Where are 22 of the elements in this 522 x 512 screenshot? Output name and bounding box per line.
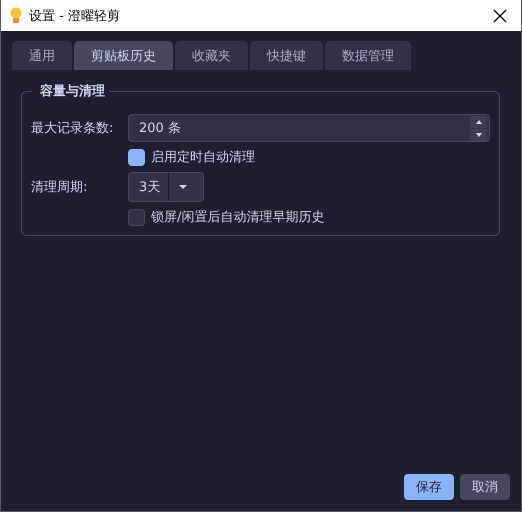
- cancel-button[interactable]: 取消: [460, 474, 510, 500]
- lightbulb-icon: [9, 6, 23, 24]
- tab[interactable]: 剪贴板历史: [74, 41, 173, 70]
- period-dropdown[interactable]: 3天: [128, 172, 204, 202]
- tab[interactable]: 数据管理: [325, 41, 411, 70]
- up-arrow-icon: [476, 120, 482, 124]
- down-arrow-icon: [476, 132, 482, 136]
- checkbox[interactable]: 锁屏/闲置后自动清理早期历史: [128, 208, 324, 226]
- tab[interactable]: 快捷键: [250, 41, 323, 70]
- decrement-button[interactable]: [470, 128, 487, 140]
- group-title: 容量与清理: [32, 82, 109, 100]
- field-label: 清理周期:: [31, 179, 88, 196]
- window-title: 设置 - 澄曜轻剪: [29, 8, 121, 24]
- close-icon: [493, 8, 507, 22]
- tab[interactable]: 通用: [12, 41, 72, 70]
- number-field[interactable]: 200 条: [128, 114, 490, 142]
- increment-button[interactable]: [470, 116, 487, 128]
- save-button[interactable]: 保存: [404, 474, 454, 500]
- tab[interactable]: 收藏夹: [175, 41, 248, 70]
- field-label: 最大记录条数:: [31, 120, 114, 137]
- checkbox[interactable]: 启用定时自动清理: [128, 148, 255, 166]
- caret-icon: [178, 185, 187, 189]
